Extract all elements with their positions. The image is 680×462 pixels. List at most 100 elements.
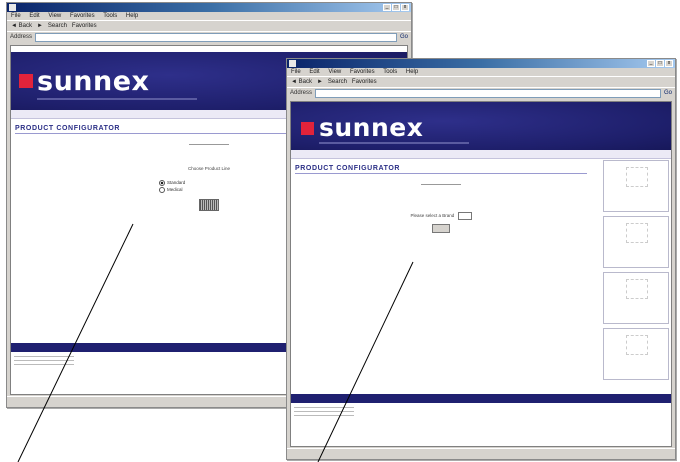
radio-label: Medical bbox=[167, 187, 183, 192]
document-icon bbox=[626, 279, 648, 299]
window-controls: _ □ x bbox=[383, 4, 409, 11]
side-card-download[interactable] bbox=[603, 216, 669, 268]
title-divider bbox=[295, 173, 587, 174]
logo-square-icon bbox=[19, 74, 33, 88]
browser-icon bbox=[289, 60, 296, 67]
nav-item[interactable] bbox=[480, 150, 481, 158]
menu-bar: File Edit View Favorites Tools Help bbox=[7, 12, 411, 20]
window-controls: _ □ x bbox=[647, 60, 673, 67]
bottom-nav-item[interactable] bbox=[60, 343, 61, 352]
product-thumbnail-icon bbox=[626, 167, 648, 187]
favorites-button[interactable]: Favorites bbox=[72, 21, 97, 31]
address-input[interactable] bbox=[35, 32, 397, 42]
bottom-nav-item[interactable] bbox=[556, 394, 557, 403]
site-banner: sunnex bbox=[291, 102, 671, 150]
menu-tools[interactable]: Tools bbox=[383, 69, 397, 75]
menu-file[interactable]: File bbox=[11, 13, 21, 19]
bottom-nav bbox=[291, 394, 671, 403]
bottom-nav-item[interactable] bbox=[159, 343, 160, 352]
address-input[interactable] bbox=[315, 88, 661, 98]
address-label: Address bbox=[290, 90, 313, 96]
maximize-icon[interactable]: □ bbox=[656, 60, 664, 67]
browser-window-configurator-step2: _ □ x File Edit View Favorites Tools Hel… bbox=[286, 58, 676, 460]
radio-dot[interactable] bbox=[159, 186, 165, 193]
side-card-catalog[interactable] bbox=[603, 328, 669, 380]
menu-edit[interactable]: Edit bbox=[309, 69, 319, 75]
browser-toolbar: ◄ Back ► Search Favorites bbox=[7, 20, 411, 31]
bottom-nav-item[interactable] bbox=[632, 394, 633, 403]
nav-item[interactable] bbox=[632, 150, 633, 158]
side-card-online-configurator[interactable] bbox=[603, 160, 669, 212]
menu-file[interactable]: File bbox=[291, 69, 301, 75]
nav-item[interactable] bbox=[159, 110, 160, 118]
menu-edit[interactable]: Edit bbox=[29, 13, 39, 19]
menu-view[interactable]: View bbox=[48, 13, 61, 19]
status-bar bbox=[287, 448, 675, 459]
site-logo[interactable]: sunnex bbox=[37, 66, 149, 97]
menu-help[interactable]: Help bbox=[126, 13, 138, 19]
tagline-bar bbox=[37, 98, 197, 100]
menu-bar: File Edit View Favorites Tools Help bbox=[287, 68, 675, 76]
top-links[interactable] bbox=[664, 106, 665, 111]
maximize-icon[interactable]: □ bbox=[392, 4, 400, 11]
back-button[interactable]: ◄ Back bbox=[291, 77, 312, 87]
address-label: Address bbox=[10, 34, 33, 40]
brand-select[interactable] bbox=[457, 212, 472, 220]
tagline-bar bbox=[319, 142, 469, 144]
back-label: Back bbox=[298, 79, 312, 85]
footer-link[interactable] bbox=[291, 243, 591, 248]
catalog-icon bbox=[626, 335, 648, 355]
minimize-icon[interactable]: _ bbox=[383, 4, 391, 11]
menu-tools[interactable]: Tools bbox=[103, 13, 117, 19]
favorites-button[interactable]: Favorites bbox=[352, 77, 377, 87]
forward-icon[interactable]: ► bbox=[317, 77, 323, 87]
browser-icon bbox=[9, 4, 16, 11]
menu-help[interactable]: Help bbox=[406, 69, 418, 75]
bottom-nav-item[interactable] bbox=[404, 394, 405, 403]
intro-text bbox=[301, 187, 581, 192]
window-titlebar[interactable]: _ □ x bbox=[287, 59, 675, 68]
minimize-icon[interactable]: _ bbox=[647, 60, 655, 67]
go-button[interactable]: Go bbox=[664, 88, 672, 98]
top-nav bbox=[291, 150, 671, 159]
copyright-text bbox=[14, 356, 74, 366]
radio-label: Standard bbox=[167, 180, 186, 185]
go-button[interactable]: Go bbox=[400, 32, 408, 42]
forward-icon[interactable]: ► bbox=[37, 21, 43, 31]
brand-select-row: Please select a Brand bbox=[291, 212, 591, 220]
submit-button[interactable] bbox=[432, 224, 450, 233]
search-button[interactable]: Search bbox=[328, 77, 347, 87]
site-logo[interactable]: sunnex bbox=[319, 113, 423, 142]
address-bar: Address Go bbox=[287, 87, 675, 98]
search-button[interactable]: Search bbox=[48, 21, 67, 31]
nav-item[interactable] bbox=[258, 110, 259, 118]
back-button[interactable]: ◄ Back bbox=[11, 21, 32, 31]
nav-item[interactable] bbox=[404, 150, 405, 158]
menu-favorites[interactable]: Favorites bbox=[350, 69, 375, 75]
bottom-nav-item[interactable] bbox=[480, 394, 481, 403]
close-icon[interactable]: x bbox=[401, 4, 409, 11]
bottom-nav-item[interactable] bbox=[258, 343, 259, 352]
bottom-nav-item[interactable] bbox=[328, 394, 329, 403]
side-panel bbox=[603, 160, 669, 384]
menu-favorites[interactable]: Favorites bbox=[70, 13, 95, 19]
close-icon[interactable]: x bbox=[665, 60, 673, 67]
copyright-text bbox=[294, 407, 354, 417]
side-card-request-quote[interactable] bbox=[603, 272, 669, 324]
brand-select-label: Please select a Brand bbox=[410, 213, 455, 219]
menu-view[interactable]: View bbox=[328, 69, 341, 75]
nav-item[interactable] bbox=[328, 150, 329, 158]
download-icon bbox=[626, 223, 648, 243]
address-bar: Address Go bbox=[7, 31, 411, 42]
browser-toolbar: ◄ Back ► Search Favorites bbox=[287, 76, 675, 87]
nav-item[interactable] bbox=[60, 110, 61, 118]
page-title: PRODUCT CONFIGURATOR bbox=[295, 165, 401, 172]
next-button[interactable] bbox=[199, 199, 219, 211]
window-titlebar[interactable]: _ □ x bbox=[7, 3, 411, 12]
step-heading bbox=[189, 138, 229, 145]
radio-dot-selected[interactable] bbox=[159, 179, 165, 186]
back-label: Back bbox=[18, 23, 32, 29]
step-heading bbox=[421, 178, 461, 185]
page-viewport: sunnex PRODUCT CONFIGURATOR Please selec… bbox=[290, 101, 672, 447]
nav-item[interactable] bbox=[556, 150, 557, 158]
